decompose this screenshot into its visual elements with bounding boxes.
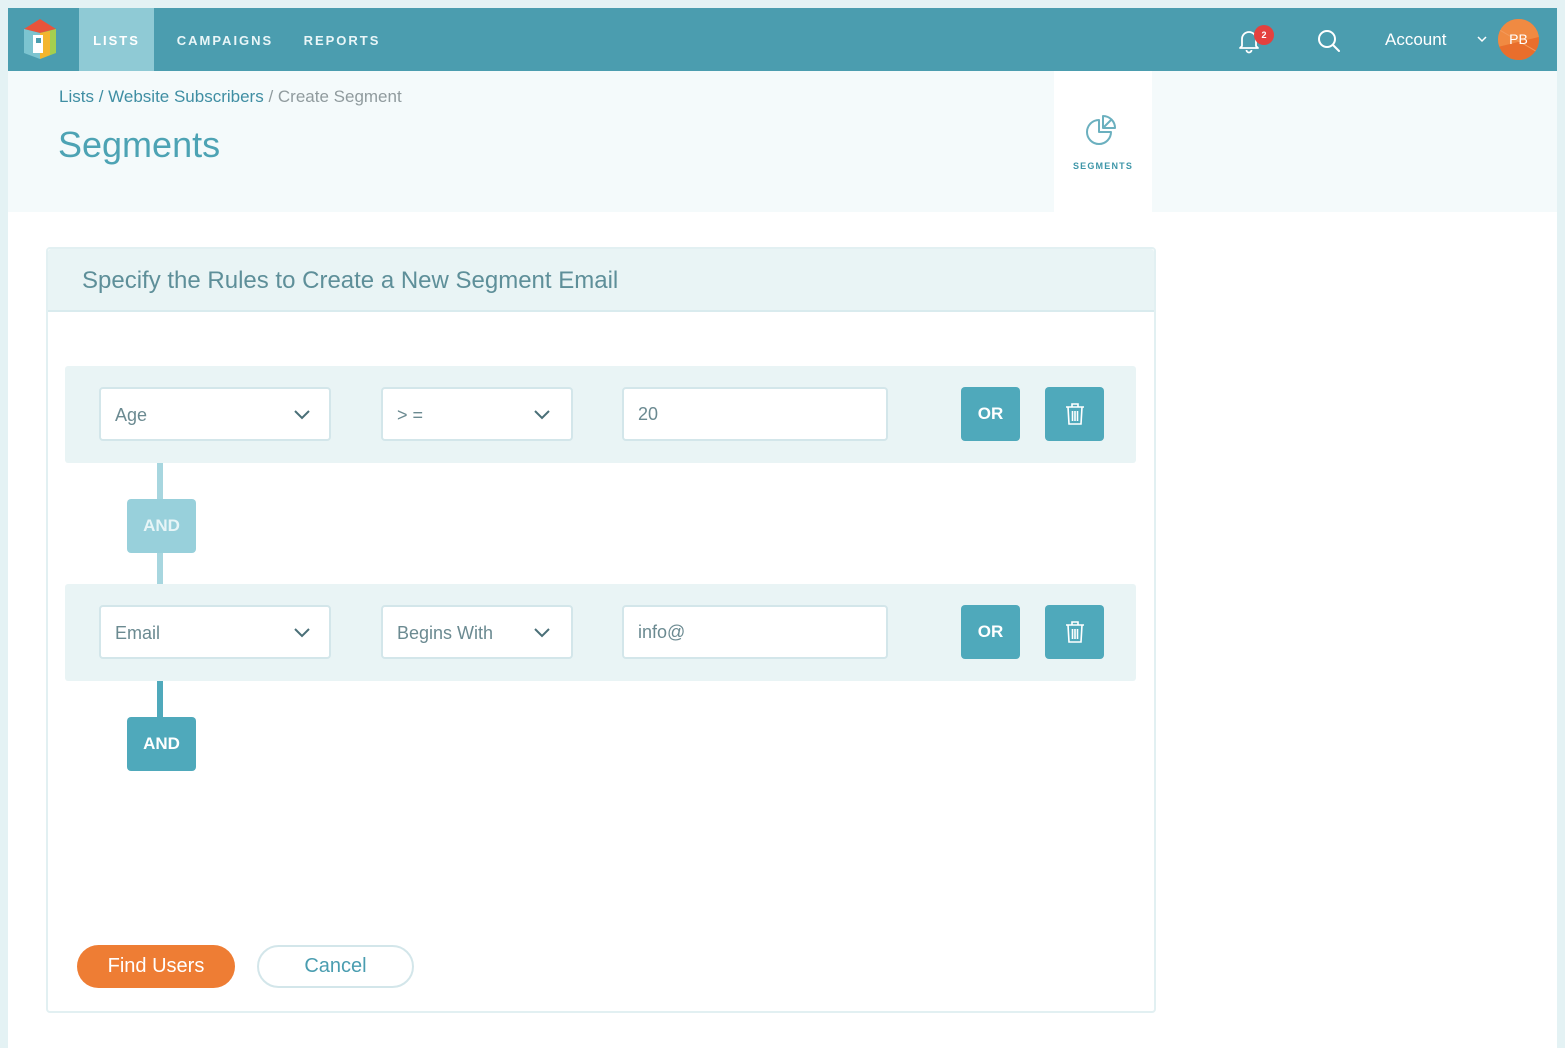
trash-icon xyxy=(1066,403,1084,425)
avatar[interactable]: PB xyxy=(1498,19,1539,60)
field-select-value: Email xyxy=(115,623,161,643)
operator-select-value: Begins With xyxy=(397,623,494,643)
breadcrumb: Lists / Website Subscribers / Create Seg… xyxy=(59,87,402,107)
notification-badge: 2 xyxy=(1254,25,1274,45)
or-button[interactable]: OR xyxy=(961,605,1020,659)
tab-segments[interactable]: SEGMENTS xyxy=(1054,71,1152,212)
trash-icon xyxy=(1066,621,1084,643)
segment-rules-panel: Specify the Rules to Create a New Segmen… xyxy=(46,247,1156,1013)
breadcrumb-website-subscribers[interactable]: Website Subscribers xyxy=(108,87,264,106)
operator-select[interactable]: Begins With xyxy=(381,605,573,659)
field-select[interactable]: Age xyxy=(99,387,331,441)
nav-campaigns[interactable]: CAMPAIGNS xyxy=(170,8,280,71)
or-button[interactable]: OR xyxy=(961,387,1020,441)
chevron-down-icon[interactable] xyxy=(1476,34,1488,44)
nav-reports[interactable]: REPORTS xyxy=(298,8,386,71)
page-header: Lists / Website Subscribers / Create Seg… xyxy=(8,71,1557,212)
rule-connector xyxy=(157,681,163,721)
chevron-down-icon xyxy=(534,410,550,420)
top-nav: LISTS CAMPAIGNS REPORTS 2 Account PB xyxy=(8,8,1557,71)
chevron-down-icon xyxy=(534,628,550,638)
breadcrumb-current: / Create Segment xyxy=(263,87,402,106)
pie-chart-icon xyxy=(1086,115,1116,145)
operator-select[interactable]: > = xyxy=(381,387,573,441)
panel-header: Specify the Rules to Create a New Segmen… xyxy=(48,249,1154,312)
field-select-value: Age xyxy=(115,405,148,425)
and-button[interactable]: AND xyxy=(127,499,196,553)
chevron-down-icon xyxy=(294,410,310,420)
cancel-button[interactable]: Cancel xyxy=(257,945,414,988)
delete-rule-button[interactable] xyxy=(1045,387,1104,441)
rule-row: Age > = OR xyxy=(65,366,1136,463)
breadcrumb-separator: / xyxy=(93,87,109,106)
app-logo[interactable] xyxy=(20,19,60,61)
rule-row: Email Begins With OR xyxy=(65,584,1136,681)
nav-lists[interactable]: LISTS xyxy=(79,8,154,71)
account-menu[interactable]: Account xyxy=(1385,28,1446,52)
field-select[interactable]: Email xyxy=(99,605,331,659)
avatar-initials: PB xyxy=(1509,31,1528,47)
app-window: LISTS CAMPAIGNS REPORTS 2 Account PB Lis… xyxy=(8,8,1557,1048)
breadcrumb-lists[interactable]: Lists xyxy=(59,87,94,106)
value-input[interactable] xyxy=(622,605,888,659)
search-icon[interactable] xyxy=(1316,28,1342,54)
operator-select-value: > = xyxy=(397,405,424,425)
chevron-down-icon xyxy=(294,628,310,638)
segments-tab-label: SEGMENTS xyxy=(1072,161,1134,171)
value-input[interactable] xyxy=(622,387,888,441)
and-button[interactable]: AND xyxy=(127,717,196,771)
find-users-button[interactable]: Find Users xyxy=(77,945,235,988)
panel-title: Specify the Rules to Create a New Segmen… xyxy=(82,267,619,294)
delete-rule-button[interactable] xyxy=(1045,605,1104,659)
page-title: Segments xyxy=(58,124,221,165)
